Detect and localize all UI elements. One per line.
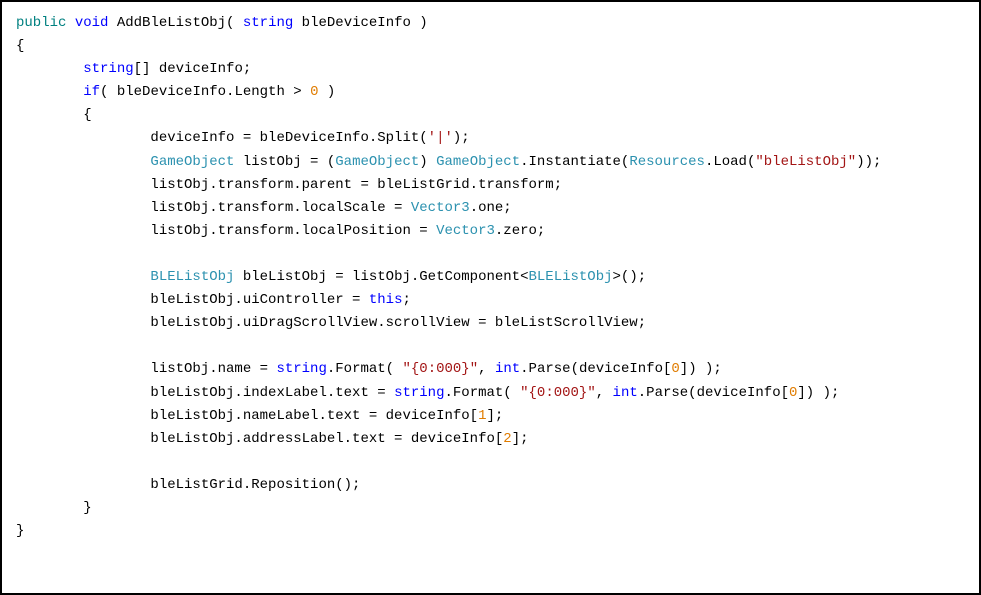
decl: [] deviceInfo;	[134, 61, 252, 77]
brace: }	[16, 500, 92, 516]
type: Resources	[629, 154, 705, 170]
brace: }	[16, 523, 24, 539]
stmt: bleListObj.uiController =	[150, 292, 368, 308]
indent	[16, 200, 150, 216]
stmt: listObj.transform.localScale =	[150, 200, 410, 216]
type: GameObject	[150, 154, 234, 170]
stmt: listObj = (	[234, 154, 335, 170]
brace: {	[16, 38, 24, 54]
indent	[16, 84, 83, 100]
stmt: ];	[512, 431, 529, 447]
stmt: bleListObj = listObj.GetComponent<	[234, 269, 528, 285]
type: GameObject	[335, 154, 419, 170]
stmt: ]) );	[680, 361, 722, 377]
indent	[16, 269, 150, 285]
fn-name: AddBleListObj(	[108, 15, 242, 31]
indent	[16, 385, 150, 401]
char-lit: '|'	[428, 130, 453, 146]
indent	[16, 361, 150, 377]
kw-string: string	[243, 15, 293, 31]
stmt: .Format(	[444, 385, 520, 401]
stmt: ,	[478, 361, 495, 377]
indent	[16, 431, 150, 447]
stmt: )	[419, 154, 436, 170]
indent	[16, 477, 150, 493]
type: BLEListObj	[150, 269, 234, 285]
kw-int: int	[495, 361, 520, 377]
cond: ( bleDeviceInfo.Length >	[100, 84, 310, 100]
stmt: listObj.name =	[150, 361, 276, 377]
stmt: .Parse(deviceInfo[	[638, 385, 789, 401]
indent	[16, 177, 150, 193]
stmt: bleListGrid.Reposition();	[150, 477, 360, 493]
stmt: deviceInfo = bleDeviceInfo.Split(	[150, 130, 427, 146]
kw-int: int	[613, 385, 638, 401]
indent	[16, 130, 150, 146]
str-lit: "{0:000}"	[520, 385, 596, 401]
type: Vector3	[436, 223, 495, 239]
num: 0	[671, 361, 679, 377]
kw-void: void	[75, 15, 109, 31]
brace: {	[16, 107, 92, 123]
indent	[16, 292, 150, 308]
stmt: >();	[613, 269, 647, 285]
stmt: .zero;	[495, 223, 545, 239]
type: Vector3	[411, 200, 470, 216]
stmt: ;	[402, 292, 410, 308]
stmt: .one;	[470, 200, 512, 216]
stmt: ];	[486, 408, 503, 424]
stmt: ]) );	[797, 385, 839, 401]
stmt: listObj.transform.parent = bleListGrid.t…	[150, 177, 562, 193]
kw-string: string	[394, 385, 444, 401]
stmt: .Load(	[705, 154, 755, 170]
stmt: listObj.transform.localPosition =	[150, 223, 436, 239]
stmt: bleListObj.uiDragScrollView.scrollView =…	[150, 315, 646, 331]
cond: )	[318, 84, 335, 100]
stmt: bleListObj.addressLabel.text = deviceInf…	[150, 431, 503, 447]
param: bleDeviceInfo )	[293, 15, 427, 31]
stmt: bleListObj.nameLabel.text = deviceInfo[	[150, 408, 478, 424]
stmt: .Instantiate(	[520, 154, 629, 170]
stmt: .Format(	[327, 361, 403, 377]
kw-string: string	[276, 361, 326, 377]
stmt: );	[453, 130, 470, 146]
indent	[16, 154, 150, 170]
indent	[16, 61, 83, 77]
stmt: bleListObj.indexLabel.text =	[150, 385, 394, 401]
kw-public: public	[16, 15, 66, 31]
kw-if: if	[83, 84, 100, 100]
indent	[16, 223, 150, 239]
code-block: public void AddBleListObj( string bleDev…	[0, 0, 981, 595]
stmt: ));	[856, 154, 881, 170]
kw-this: this	[369, 292, 403, 308]
num: 2	[503, 431, 511, 447]
indent	[16, 315, 150, 331]
stmt: ,	[596, 385, 613, 401]
kw-string: string	[83, 61, 133, 77]
stmt: .Parse(deviceInfo[	[520, 361, 671, 377]
indent	[16, 408, 150, 424]
str-lit: "bleListObj"	[755, 154, 856, 170]
str-lit: "{0:000}"	[403, 361, 479, 377]
type: GameObject	[436, 154, 520, 170]
type: BLEListObj	[529, 269, 613, 285]
